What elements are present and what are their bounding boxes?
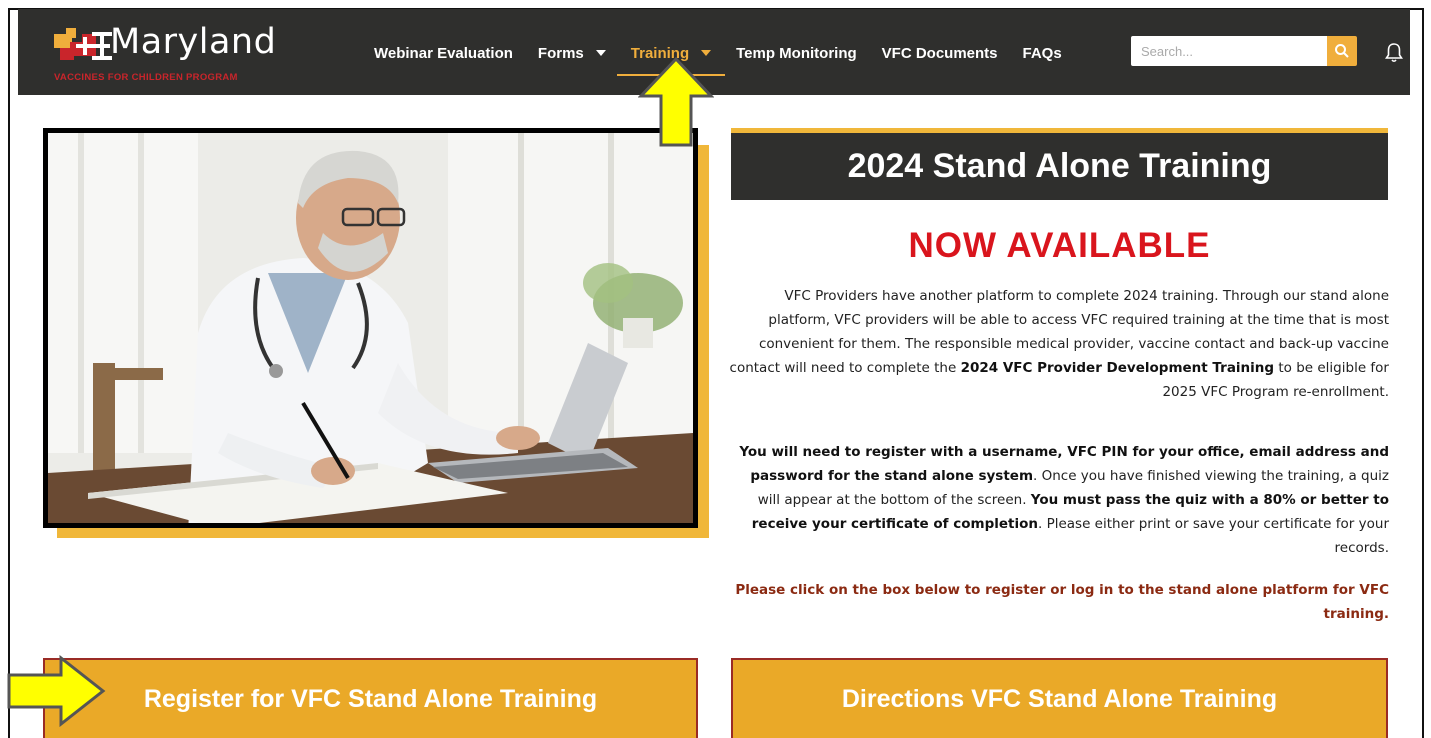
nav-label: VFC Documents xyxy=(881,44,998,62)
logo-text: Maryland xyxy=(110,22,277,62)
caret-down-icon xyxy=(595,50,606,56)
nav-label: Webinar Evaluation xyxy=(374,44,513,62)
register-button[interactable]: Register for VFC Stand Alone Training xyxy=(43,658,698,738)
nav-temp-monitoring[interactable]: Temp Monitoring xyxy=(736,45,857,62)
search-bar xyxy=(1131,36,1357,66)
arrow-up-annotation-icon xyxy=(638,56,714,147)
nav-label: Forms xyxy=(537,44,584,62)
arrow-right-annotation-icon xyxy=(7,655,106,727)
directions-button-label: Directions VFC Stand Alone Training xyxy=(841,684,1278,713)
now-available-heading: NOW AVAILABLE xyxy=(908,226,1211,265)
intro-paragraph: VFC Providers have another platform to c… xyxy=(729,284,1389,404)
doctor-illustration xyxy=(48,133,693,523)
directions-button[interactable]: Directions VFC Stand Alone Training xyxy=(731,658,1388,738)
register-button-label: Register for VFC Stand Alone Training xyxy=(143,684,598,713)
nav-label: FAQs xyxy=(1022,44,1062,62)
bell-icon[interactable] xyxy=(1384,42,1404,64)
training-name-bold: 2024 VFC Provider Development Training xyxy=(960,360,1275,376)
registration-paragraph: You will need to register with a usernam… xyxy=(729,440,1389,560)
nav-label: Temp Monitoring xyxy=(736,44,857,62)
text-span: . Please either print or save your certi… xyxy=(1037,516,1389,556)
logo-subtext: VACCINES FOR CHILDREN PROGRAM xyxy=(54,72,238,83)
nav-faqs[interactable]: FAQs xyxy=(1023,45,1062,62)
nav-vfc-documents[interactable]: VFC Documents xyxy=(882,45,998,62)
page-title: 2024 Stand Alone Training xyxy=(847,147,1272,185)
nav-forms[interactable]: Forms xyxy=(538,45,606,62)
main-nav: Webinar Evaluation Forms Training Temp M… xyxy=(374,38,1087,76)
doctor-laptop-photo xyxy=(43,128,698,528)
search-input[interactable] xyxy=(1131,36,1327,66)
maryland-flag-logo-icon xyxy=(54,28,112,60)
page-title-box: 2024 Stand Alone Training xyxy=(731,128,1388,200)
click-instructions: Please click on the box below to registe… xyxy=(735,582,1389,622)
nav-webinar-evaluation[interactable]: Webinar Evaluation xyxy=(374,45,513,62)
site-logo[interactable]: Maryland VACCINES FOR CHILDREN PROGRAM xyxy=(54,22,304,92)
search-button[interactable] xyxy=(1327,36,1357,66)
site-header: Maryland VACCINES FOR CHILDREN PROGRAM W… xyxy=(18,9,1410,95)
search-icon xyxy=(1335,44,1349,58)
